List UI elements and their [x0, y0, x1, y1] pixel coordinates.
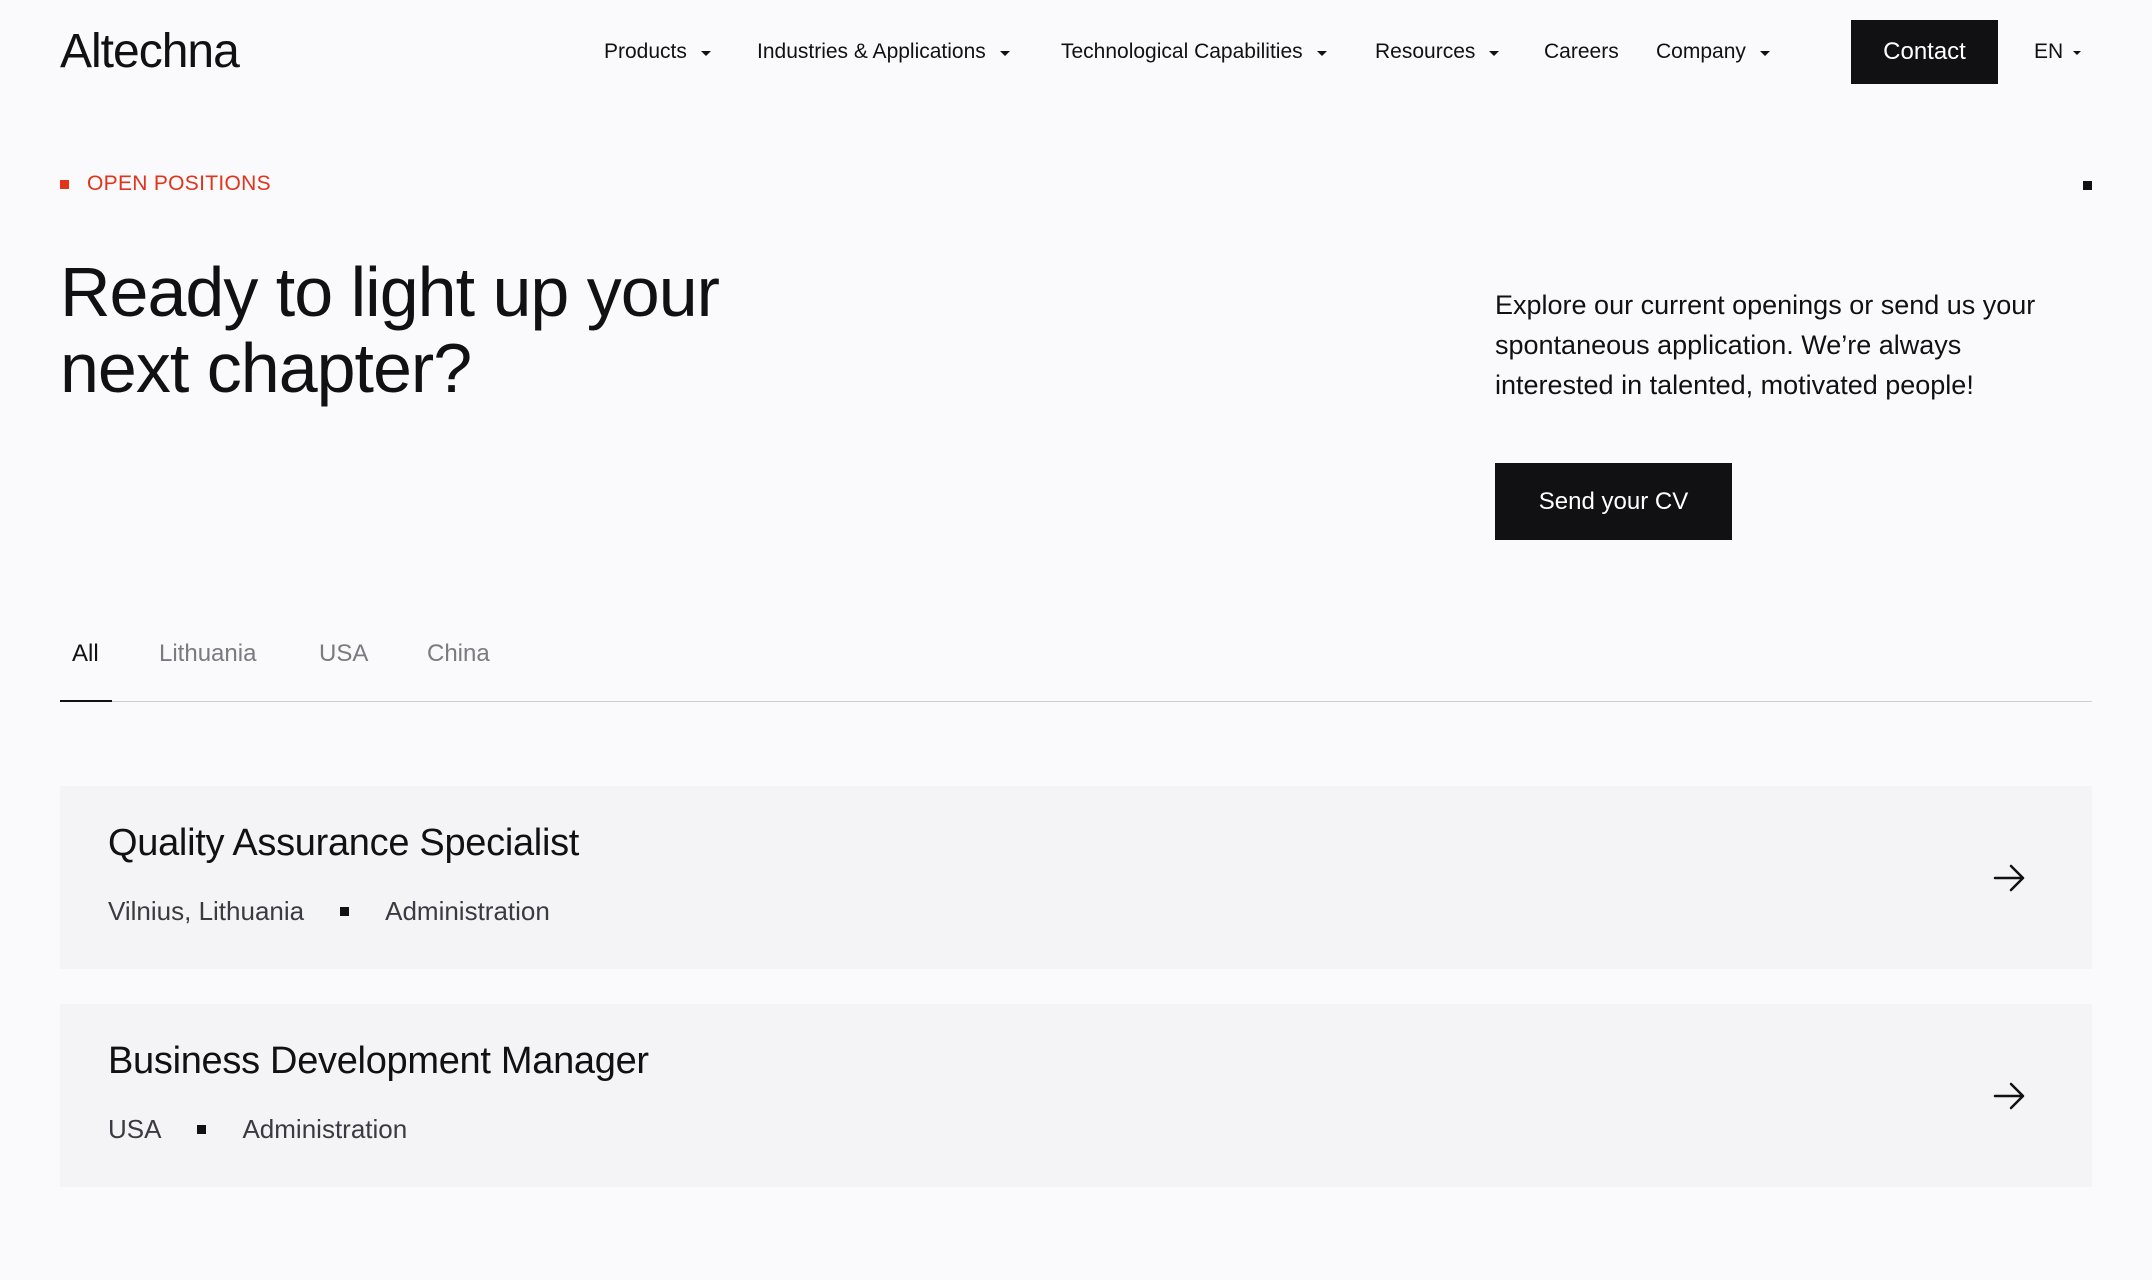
careers-page: Altechna Products Industries & Applicati…: [0, 0, 2152, 1280]
tab-all[interactable]: All: [72, 630, 99, 702]
nav-item-careers[interactable]: Careers: [1544, 32, 1619, 72]
eyebrow-label: OPEN POSITIONS: [87, 172, 271, 195]
job-meta: USA Administration: [108, 1114, 407, 1145]
nav-item-products[interactable]: Products: [604, 32, 711, 72]
send-cv-button[interactable]: Send your CV: [1495, 463, 1732, 540]
page-title-line: Ready to light up your: [60, 253, 720, 331]
chevron-down-icon: [999, 50, 1010, 56]
nav-item-technological-capabilities[interactable]: Technological Capabilities: [1061, 32, 1327, 72]
nav-item-label: Careers: [1544, 40, 1619, 63]
separator-dot-icon: [340, 907, 350, 916]
page-title-line: next chapter?: [60, 329, 472, 407]
arrow-right-icon[interactable]: [1992, 860, 2028, 896]
tab-lithuania[interactable]: Lithuania: [159, 630, 256, 702]
tab-china[interactable]: China: [427, 630, 490, 702]
language-label: EN: [2034, 40, 2064, 63]
nav-item-label: Company: [1656, 40, 1746, 63]
separator-dot-icon: [197, 1125, 207, 1134]
job-location: USA: [108, 1114, 162, 1144]
nav-item-label: Technological Capabilities: [1061, 40, 1303, 63]
nav-item-label: Resources: [1375, 40, 1476, 63]
chevron-down-icon: [1759, 50, 1770, 56]
language-selector[interactable]: EN: [2034, 32, 2082, 72]
location-tabs: All Lithuania USA China: [60, 630, 2092, 702]
job-department: Administration: [385, 896, 550, 926]
nav-item-industries[interactable]: Industries & Applications: [757, 32, 1010, 72]
nav-item-resources[interactable]: Resources: [1375, 32, 1500, 72]
job-department: Administration: [242, 1114, 408, 1144]
job-card[interactable]: Business Development Manager USA Adminis…: [60, 1004, 2092, 1187]
job-title: Quality Assurance Specialist: [108, 822, 580, 864]
tab-usa[interactable]: USA: [319, 630, 368, 702]
chevron-down-icon: [2073, 51, 2082, 55]
logo[interactable]: Altechna: [60, 26, 240, 78]
hero-description: Explore our current openings or send us …: [1495, 290, 2036, 400]
section-eyebrow: OPEN POSITIONS: [60, 172, 271, 196]
job-meta: Vilnius, Lithuania Administration: [108, 896, 550, 927]
nav-item-company[interactable]: Company: [1656, 32, 1770, 72]
chevron-down-icon: [1316, 50, 1327, 56]
page-title: Ready to light up your next chapter?: [60, 254, 960, 406]
job-title: Business Development Manager: [108, 1040, 649, 1082]
contact-button[interactable]: Contact: [1851, 20, 1998, 84]
job-card[interactable]: Quality Assurance Specialist Vilnius, Li…: [60, 786, 2092, 969]
nav-item-label: Products: [604, 40, 687, 63]
job-location: Vilnius, Lithuania: [108, 896, 305, 926]
arrow-right-icon[interactable]: [1992, 1078, 2028, 1114]
chevron-down-icon: [1489, 50, 1500, 56]
active-tab-indicator: [60, 700, 112, 702]
nav-item-label: Industries & Applications: [757, 40, 986, 63]
decorative-square-icon: [2083, 181, 2092, 190]
square-bullet-icon: [60, 179, 69, 189]
chevron-down-icon: [700, 50, 711, 56]
